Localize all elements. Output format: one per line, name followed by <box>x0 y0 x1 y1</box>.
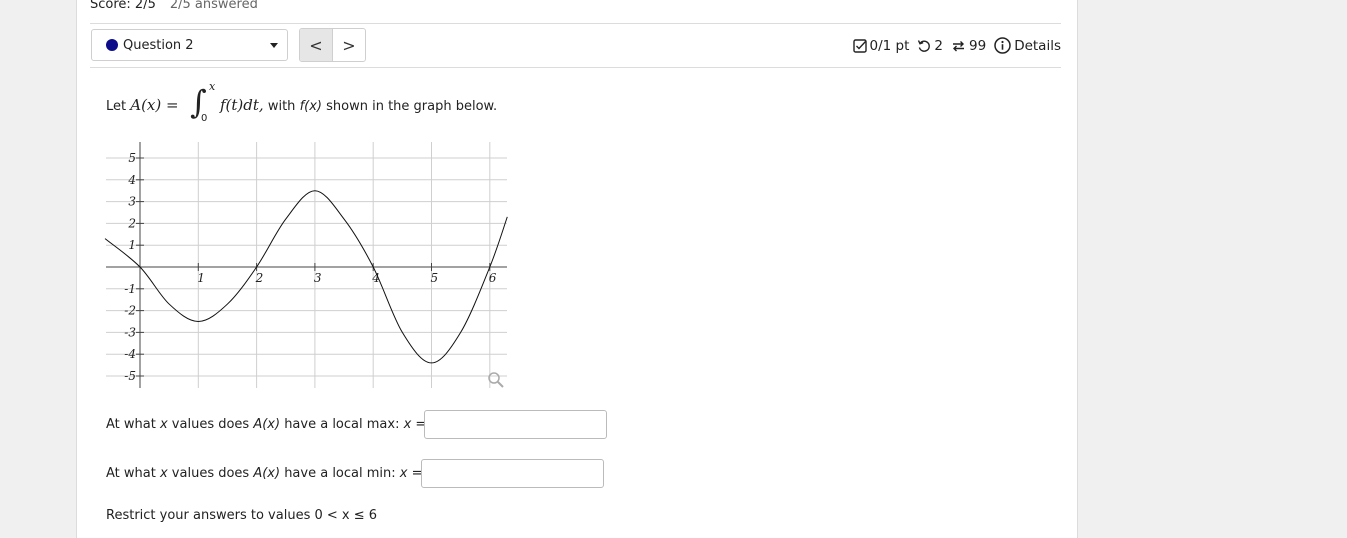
local-min-question: At what x values does A(x) have a local … <box>106 466 423 481</box>
y-tick-label: 3 <box>128 195 136 209</box>
question-text: x <box>159 466 168 481</box>
retry-indicator: 2 <box>917 38 943 54</box>
y-tick-label: -5 <box>124 369 136 383</box>
question-text: x <box>159 417 168 432</box>
prompt-tail: shown in the graph below. <box>326 99 498 114</box>
local-max-input[interactable] <box>424 410 607 439</box>
restriction-note: Restrict your answers to values 0 < x ≤ … <box>106 508 378 523</box>
y-tick-label: 2 <box>127 216 136 230</box>
points-text: 0/1 pt <box>869 37 910 54</box>
divider <box>90 23 1061 24</box>
plot-area <box>106 142 507 386</box>
prompt-function: A(x) = <box>130 96 179 114</box>
prompt-lead: Let <box>106 99 127 114</box>
question-text: values does <box>167 417 254 432</box>
attempts-indicator: 99 <box>951 38 986 54</box>
y-tick-label: -4 <box>124 347 136 361</box>
checkbox-icon <box>852 38 867 53</box>
details-button[interactable]: Details <box>994 37 1061 54</box>
y-tick-label: 5 <box>128 151 136 165</box>
question-text: A(x) <box>253 417 281 432</box>
score-bar: Score: 2/5 2/5 answered <box>90 0 258 12</box>
question-selector[interactable]: Question 2 <box>91 29 288 61</box>
question-text: At what <box>106 466 160 481</box>
x-tick-label: 3 <box>314 271 322 285</box>
function-graph: 1 2 3 4 5 654321-1-2-3-4-5 <box>104 142 508 388</box>
prompt-integrand: f(t)dt, <box>220 96 264 114</box>
question-selector-label: Question 2 <box>123 37 194 53</box>
answered-count: 2/5 answered <box>169 0 258 12</box>
question-text: have a local min: <box>280 466 400 481</box>
question-meta: 0/1 pt 2 99 Details <box>845 37 1061 54</box>
chevron-down-icon <box>270 43 278 48</box>
status-dot-icon <box>106 39 118 51</box>
y-tick-label: -1 <box>124 282 136 296</box>
prompt-with: with <box>267 99 296 114</box>
question-text: x = <box>399 466 423 481</box>
score-label: Score: 2/5 <box>90 0 156 12</box>
local-min-input[interactable] <box>421 459 604 488</box>
question-nav: < > <box>299 28 366 62</box>
x-tick-label: 6 <box>489 271 497 285</box>
question-text: have a local max: <box>280 417 404 432</box>
retry-count: 2 <box>934 37 943 54</box>
points-indicator: 0/1 pt <box>852 37 910 54</box>
divider <box>90 67 1061 68</box>
x-tick-label: 5 <box>431 271 439 285</box>
details-label: Details <box>1014 37 1061 54</box>
question-text: x = <box>403 417 427 432</box>
y-tick-label: -2 <box>124 304 136 318</box>
attempts-icon <box>953 40 964 51</box>
question-text: A(x) <box>253 466 281 481</box>
x-tick-label: 1 <box>197 271 205 285</box>
integral-upper-limit: x <box>209 80 216 93</box>
y-tick-label: 1 <box>128 238 136 252</box>
question-text: values does <box>167 466 254 481</box>
x-tick-label: 2 <box>255 271 264 285</box>
prompt-fx: f(x) <box>299 99 322 114</box>
info-icon <box>994 37 1011 54</box>
retry-icon <box>918 39 931 52</box>
y-tick-label: 4 <box>127 173 136 187</box>
next-question-button[interactable]: > <box>333 29 365 61</box>
integral-lower-limit: 0 <box>201 113 208 124</box>
local-max-question: At what x values does A(x) have a local … <box>106 417 426 432</box>
previous-question-button[interactable]: < <box>300 29 333 61</box>
y-tick-label: -3 <box>124 325 136 339</box>
question-text: At what <box>106 417 160 432</box>
attempts-count: 99 <box>969 37 987 54</box>
